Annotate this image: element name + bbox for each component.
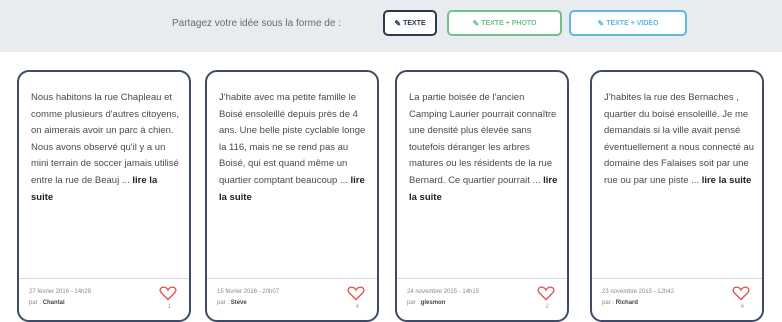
heart-icon[interactable] xyxy=(159,285,177,301)
post-author: par : Chantal xyxy=(29,300,65,306)
post-date: 23 novembre 2015 - 12h42 xyxy=(602,289,675,295)
card-footer: 24 novembre 2015 - 14h15 par : glesmon 2 xyxy=(397,278,567,320)
author-prefix: par : xyxy=(407,300,420,306)
idea-excerpt: J'habite avec ma petite famille le Boisé… xyxy=(219,90,369,206)
post-author: par : Richard xyxy=(602,300,638,306)
like-count: 4 xyxy=(355,304,359,310)
heart-icon[interactable] xyxy=(732,285,750,301)
idea-card[interactable]: La partie boisée de l'ancien Camping Lau… xyxy=(395,70,569,322)
like-count: 4 xyxy=(740,304,744,310)
idea-excerpt: J'habites la rue des Bernaches , quartie… xyxy=(604,90,754,190)
idea-text: J'habites la rue des Bernaches , quartie… xyxy=(604,92,754,186)
author-name: Richard xyxy=(615,300,639,306)
text-photo-format-button[interactable]: ✎ TEXTE + PHOTO xyxy=(447,10,562,36)
idea-text: La partie boisée de l'ancien Camping Lau… xyxy=(409,92,557,186)
author-prefix: par : xyxy=(217,300,230,306)
post-date: 15 février 2016 - 20h07 xyxy=(217,289,280,295)
heart-icon[interactable] xyxy=(537,285,555,301)
heart-icon[interactable] xyxy=(347,285,365,301)
pencil-icon: ✎ xyxy=(472,18,480,28)
idea-excerpt: Nous habitons la rue Chapleau et comme p… xyxy=(31,90,181,206)
author-prefix: par : xyxy=(29,300,42,306)
text-photo-format-label: TEXTE + PHOTO xyxy=(481,19,537,27)
idea-text: Nous habitons la rue Chapleau et comme p… xyxy=(31,92,180,186)
card-footer: 27 février 2016 - 14h28 par : Chantal 1 xyxy=(19,278,189,320)
author-name: Steve xyxy=(230,300,247,306)
text-format-button[interactable]: ✎ TEXTE xyxy=(383,10,437,36)
author-prefix: par : xyxy=(602,300,615,306)
share-prompt-label: Partagez votre idée sous la forme de : xyxy=(172,18,341,29)
text-video-format-button[interactable]: ✎ TEXTE + VIDÉO xyxy=(569,10,687,36)
text-video-format-label: TEXTE + VIDÉO xyxy=(606,19,659,27)
idea-excerpt: La partie boisée de l'ancien Camping Lau… xyxy=(409,90,559,206)
text-format-label: TEXTE xyxy=(403,19,426,27)
post-date: 27 février 2016 - 14h28 xyxy=(29,289,92,295)
idea-text: J'habite avec ma petite famille le Boisé… xyxy=(219,92,366,186)
card-footer: 23 novembre 2015 - 12h42 par : Richard 4 xyxy=(592,278,762,320)
idea-card[interactable]: J'habites la rue des Bernaches , quartie… xyxy=(590,70,764,322)
like-count: 2 xyxy=(545,304,549,310)
post-author: par : glesmon xyxy=(407,300,445,306)
author-name: Chantal xyxy=(42,300,65,306)
like-count: 1 xyxy=(167,304,171,310)
post-author: par : Steve xyxy=(217,300,247,306)
share-bar: Partagez votre idée sous la forme de : ✎… xyxy=(0,0,782,52)
post-date: 24 novembre 2015 - 14h15 xyxy=(407,289,480,295)
card-footer: 15 février 2016 - 20h07 par : Steve 4 xyxy=(207,278,377,320)
author-name: glesmon xyxy=(420,300,446,306)
pencil-icon: ✎ xyxy=(597,18,605,28)
idea-card[interactable]: Nous habitons la rue Chapleau et comme p… xyxy=(17,70,191,322)
idea-card[interactable]: J'habite avec ma petite famille le Boisé… xyxy=(205,70,379,322)
pencil-icon: ✎ xyxy=(394,18,402,28)
read-more-link[interactable]: lire la suite xyxy=(702,175,752,186)
